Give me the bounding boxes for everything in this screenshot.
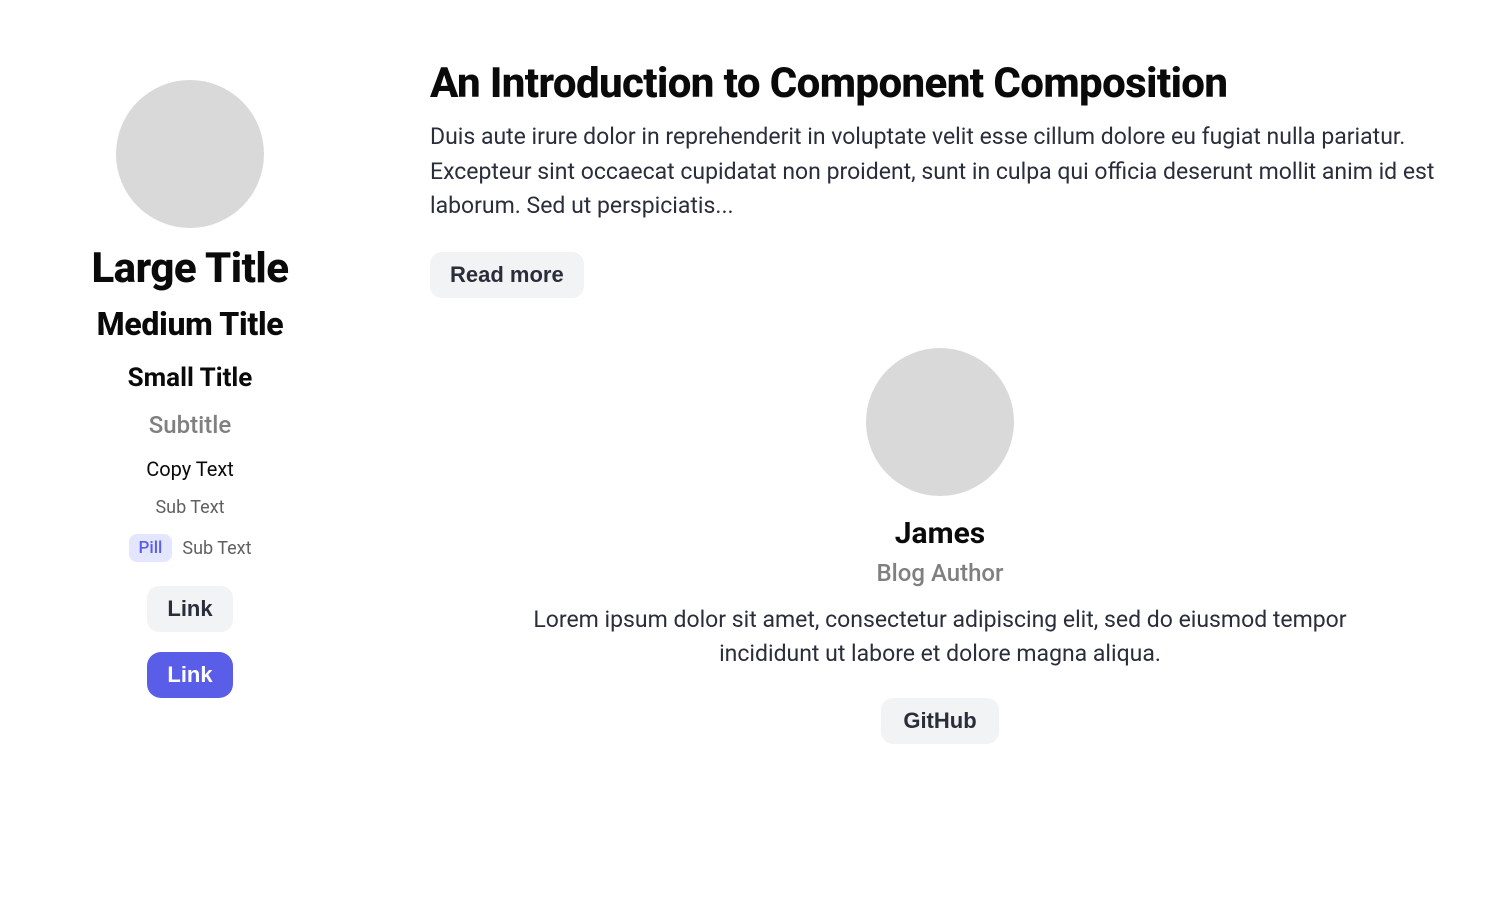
typography-showcase: Large Title Medium Title Small Title Sub… <box>50 60 330 744</box>
author-bio: Lorem ipsum dolor sit amet, consectetur … <box>500 603 1380 672</box>
read-more-button[interactable]: Read more <box>430 252 584 298</box>
author-avatar <box>866 348 1014 496</box>
sub-text-sample: Sub Text <box>155 497 224 518</box>
subtitle-sample: Subtitle <box>149 411 231 439</box>
content-column: An Introduction to Component Composition… <box>430 60 1450 744</box>
article-body: Duis aute irure dolor in reprehenderit i… <box>430 120 1450 224</box>
link-button-primary[interactable]: Link <box>147 652 232 698</box>
github-button[interactable]: GitHub <box>881 698 998 744</box>
large-title-sample: Large Title <box>91 244 288 293</box>
author-role: Blog Author <box>876 559 1003 587</box>
author-name: James <box>895 516 985 551</box>
link-button-light[interactable]: Link <box>147 586 232 632</box>
avatar-placeholder <box>116 80 264 228</box>
article-title: An Introduction to Component Composition <box>430 60 1450 108</box>
small-title-sample: Small Title <box>128 363 253 393</box>
copy-text-sample: Copy Text <box>146 457 234 481</box>
medium-title-sample: Medium Title <box>97 305 284 343</box>
pill-row: Pill Sub Text <box>129 534 252 562</box>
pill-badge: Pill <box>129 534 173 562</box>
sub-text-sample-2: Sub Text <box>182 538 251 559</box>
author-card: James Blog Author Lorem ipsum dolor sit … <box>430 348 1450 744</box>
